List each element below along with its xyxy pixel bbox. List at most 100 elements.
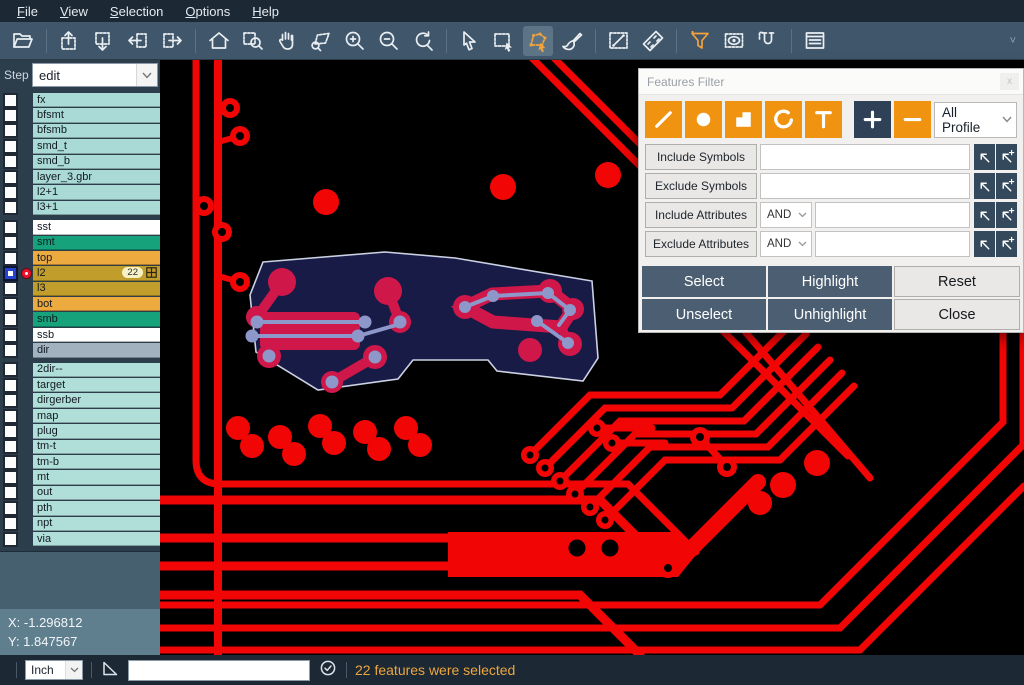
layer-row-npt[interactable]: npt	[0, 517, 160, 531]
pad-filter-button[interactable]	[685, 101, 722, 138]
include-symbols-button[interactable]: Include Symbols	[645, 144, 757, 170]
add-filter-button[interactable]	[854, 101, 891, 138]
layer-row-smd_t[interactable]: smd_t	[0, 139, 160, 153]
layer-row-smb[interactable]: smb	[0, 312, 160, 326]
layer-name[interactable]: tm-b	[33, 455, 160, 469]
layer-visibility-checkbox[interactable]	[0, 470, 20, 484]
layer-name[interactable]: l222	[33, 266, 160, 280]
layer-row-ssb[interactable]: ssb	[0, 328, 160, 342]
layer-row-l3+1[interactable]: l3+1	[0, 201, 160, 215]
zoom-polygon-icon[interactable]	[306, 26, 336, 56]
features-filter-icon[interactable]	[685, 26, 715, 56]
layer-row-bfsmb[interactable]: bfsmb	[0, 124, 160, 138]
unhighlight-button[interactable]: Unhighlight	[768, 299, 892, 330]
surface-filter-button[interactable]	[725, 101, 762, 138]
layer-visibility-checkbox[interactable]	[0, 93, 20, 107]
command-input[interactable]	[128, 660, 310, 681]
reset-button[interactable]: Reset	[894, 266, 1020, 297]
include-attributes-pick-add-icon[interactable]	[996, 202, 1017, 228]
layer-name[interactable]: l2+1	[33, 185, 160, 199]
layer-visibility-checkbox[interactable]	[0, 328, 20, 342]
layer-visibility-checkbox[interactable]	[0, 155, 20, 169]
zoom-out-icon[interactable]	[374, 26, 404, 56]
layer-name[interactable]: smb	[33, 312, 160, 326]
export-step-up-icon[interactable]	[55, 26, 85, 56]
layer-visibility-checkbox[interactable]	[0, 220, 20, 234]
exclude-symbols-pick-icon[interactable]	[974, 173, 995, 199]
prev-step-icon[interactable]	[123, 26, 153, 56]
layers-panel-icon[interactable]	[800, 26, 830, 56]
layer-row-bfsmt[interactable]: bfsmt	[0, 108, 160, 122]
include-attributes-pick-icon[interactable]	[974, 202, 995, 228]
layer-visibility-checkbox[interactable]	[0, 124, 20, 138]
unselect-button[interactable]: Unselect	[642, 299, 766, 330]
layer-visibility-checkbox[interactable]	[0, 393, 20, 407]
layer-name[interactable]: mt	[33, 470, 160, 484]
layer-name[interactable]: l3+1	[33, 201, 160, 215]
layer-visibility-checkbox[interactable]	[0, 517, 20, 531]
zoom-in-icon[interactable]	[340, 26, 370, 56]
layer-name[interactable]: bfsmt	[33, 108, 160, 122]
layer-name[interactable]: bfsmb	[33, 124, 160, 138]
sync-check-icon[interactable]	[318, 658, 338, 683]
menu-options[interactable]: Options	[174, 4, 241, 19]
layer-row-tm-b[interactable]: tm-b	[0, 455, 160, 469]
layer-row-pth[interactable]: pth	[0, 501, 160, 515]
layer-row-plug[interactable]: plug	[0, 424, 160, 438]
layer-name[interactable]: top	[33, 251, 160, 265]
line-filter-button[interactable]	[645, 101, 682, 138]
remove-filter-button[interactable]	[894, 101, 931, 138]
open-folder-icon[interactable]	[8, 26, 38, 56]
select-polygon-icon[interactable]	[523, 26, 553, 56]
include-attributes-button[interactable]: Include Attributes	[645, 202, 757, 228]
layer-visibility-checkbox[interactable]	[0, 424, 20, 438]
measure-icon[interactable]	[604, 26, 634, 56]
layer-name[interactable]: smd_t	[33, 139, 160, 153]
layer-row-out[interactable]: out	[0, 486, 160, 500]
layer-name[interactable]: layer_3.gbr	[33, 170, 160, 184]
layer-row-smt[interactable]: smt	[0, 236, 160, 250]
layer-visibility-checkbox[interactable]	[0, 170, 20, 184]
ruler-icon[interactable]	[638, 26, 668, 56]
profile-dropdown[interactable]: All Profile	[934, 102, 1017, 138]
grid-icon[interactable]	[146, 267, 157, 278]
layer-visibility-checkbox[interactable]	[0, 440, 20, 454]
layer-name[interactable]: smd_b	[33, 155, 160, 169]
dialog-title-bar[interactable]: Features Filter x	[639, 69, 1023, 95]
layer-row-l2[interactable]: l222	[0, 266, 160, 280]
zoom-area-icon[interactable]	[238, 26, 268, 56]
layer-name[interactable]: target	[33, 378, 160, 392]
layer-name[interactable]: plug	[33, 424, 160, 438]
exclude-attributes-pick-icon[interactable]	[974, 231, 995, 257]
layer-row-dirgerber[interactable]: dirgerber	[0, 393, 160, 407]
arc-filter-button[interactable]	[765, 101, 802, 138]
layer-name[interactable]: l3	[33, 282, 160, 296]
include-symbols-input[interactable]	[760, 144, 970, 170]
layer-name[interactable]: smt	[33, 236, 160, 250]
layer-visibility-checkbox[interactable]	[0, 139, 20, 153]
include-attributes-logic-dropdown[interactable]: AND	[760, 202, 812, 228]
layer-name[interactable]: map	[33, 409, 160, 423]
layer-visibility-checkbox[interactable]	[0, 501, 20, 515]
layer-visibility-checkbox[interactable]	[0, 201, 20, 215]
zoom-previous-icon[interactable]	[408, 26, 438, 56]
layer-name[interactable]: fx	[33, 93, 160, 107]
toolbar-overflow-chevron[interactable]: ˅	[1010, 35, 1016, 47]
layer-row-mt[interactable]: mt	[0, 470, 160, 484]
include-attributes-input[interactable]	[815, 202, 970, 228]
layer-row-target[interactable]: target	[0, 378, 160, 392]
exclude-attributes-input[interactable]	[815, 231, 970, 257]
text-filter-button[interactable]	[805, 101, 842, 138]
home-view-icon[interactable]	[204, 26, 234, 56]
exclude-symbols-button[interactable]: Exclude Symbols	[645, 173, 757, 199]
units-dropdown[interactable]: Inch	[25, 660, 83, 680]
layer-row-tm-t[interactable]: tm-t	[0, 440, 160, 454]
menu-selection[interactable]: Selection	[99, 4, 174, 19]
layer-name[interactable]: dirgerber	[33, 393, 160, 407]
layer-visibility-checkbox[interactable]	[0, 251, 20, 265]
layer-name[interactable]: ssb	[33, 328, 160, 342]
layer-name[interactable]: npt	[33, 517, 160, 531]
layer-visibility-checkbox[interactable]	[0, 455, 20, 469]
exclude-symbols-pick-add-icon[interactable]	[996, 173, 1017, 199]
layer-visibility-checkbox[interactable]	[0, 363, 20, 377]
